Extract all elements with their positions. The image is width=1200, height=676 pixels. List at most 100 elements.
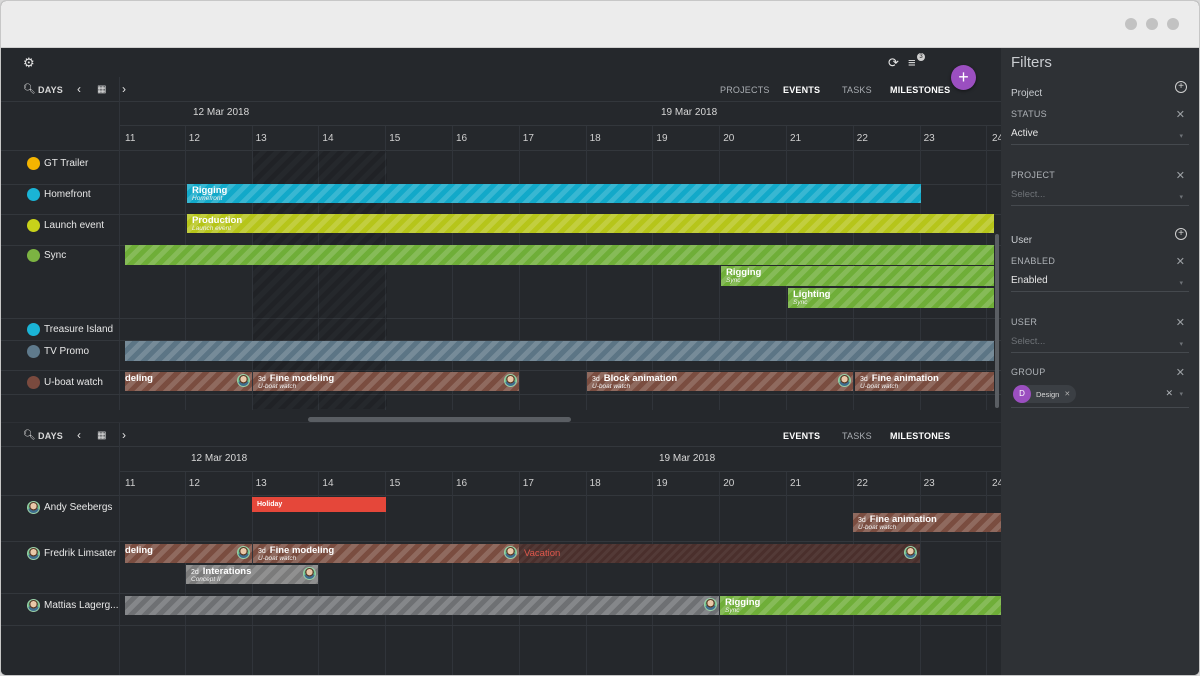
tab-tasks[interactable]: TASKS: [842, 430, 872, 442]
event-bar[interactable]: Production Launch event: [187, 214, 994, 233]
row-label-text: Homefront: [44, 188, 91, 200]
user-filter-group: User +: [1011, 228, 1189, 248]
vertical-scrollbar[interactable]: [995, 234, 999, 408]
project-row-label[interactable]: U-boat watch: [27, 376, 103, 389]
next-chevron-icon[interactable]: ›: [122, 428, 126, 442]
tab-milestones[interactable]: MILESTONES: [890, 84, 950, 96]
event-bar[interactable]: [125, 341, 994, 361]
assignee-avatar[interactable]: [237, 546, 250, 559]
task-bar[interactable]: 3d Fine modeling U-boat watch: [253, 544, 519, 563]
tab-events[interactable]: EVENTS: [783, 430, 820, 442]
remove-user-filter-icon[interactable]: ✕: [1176, 316, 1185, 329]
calendar-icon[interactable]: ▦: [97, 83, 106, 97]
assignee-avatar[interactable]: [904, 546, 917, 559]
tab-projects[interactable]: PROJECTS: [720, 84, 770, 96]
user-row-label[interactable]: Andy Seebergs: [27, 501, 112, 514]
window-maximize-dot[interactable]: [1146, 18, 1158, 30]
user-avatar: [27, 599, 40, 612]
user-row-label[interactable]: Mattias Lagerg...: [27, 599, 118, 612]
tab-events[interactable]: EVENTS: [783, 84, 820, 96]
chevron-down-icon[interactable]: ▾: [1179, 132, 1183, 140]
bar-title: deling: [125, 373, 153, 384]
project-row-label[interactable]: Treasure Island: [27, 323, 113, 336]
bar-title: Holiday: [257, 501, 283, 508]
project-select[interactable]: Select...: [1011, 189, 1189, 206]
day-number: 17: [522, 133, 534, 144]
assignee-avatar[interactable]: [237, 374, 250, 387]
settings-gear-icon[interactable]: ⚙: [23, 56, 35, 70]
refresh-icon[interactable]: ⟳: [888, 56, 899, 70]
task-bar[interactable]: 3d Block animation U-boat watch: [587, 372, 853, 391]
task-bar[interactable]: 3d Fine animation U-boat watch: [853, 513, 1001, 532]
week-label: 19 Mar 2018: [661, 107, 718, 118]
remove-project-filter-icon[interactable]: ✕: [1176, 169, 1185, 182]
zoom-days-label[interactable]: DAYS: [38, 84, 63, 96]
task-bar[interactable]: 2d Interations Concept II: [186, 565, 318, 584]
bar-subtitle: Concept II: [191, 576, 221, 583]
project-row-label[interactable]: Sync: [27, 249, 66, 262]
tab-milestones[interactable]: MILESTONES: [890, 430, 950, 442]
add-user-filter-icon[interactable]: +: [1175, 228, 1187, 240]
assignee-avatar[interactable]: [838, 374, 851, 387]
clear-group-icon[interactable]: ✕: [1165, 388, 1173, 399]
project-row-label[interactable]: GT Trailer: [27, 157, 88, 170]
event-bar[interactable]: Rigging Sync: [720, 596, 1001, 615]
bar-subtitle: Sync: [726, 277, 741, 284]
remove-status-filter-icon[interactable]: ✕: [1176, 108, 1185, 121]
add-project-filter-icon[interactable]: +: [1175, 81, 1187, 93]
zoom-search-icon[interactable]: 🔍︎: [23, 83, 36, 97]
window-minimize-dot[interactable]: [1125, 18, 1137, 30]
tab-tasks[interactable]: TASKS: [842, 84, 872, 96]
day-number: 13: [255, 133, 267, 144]
prev-chevron-icon[interactable]: ‹: [77, 82, 81, 96]
task-bar[interactable]: [125, 596, 719, 615]
chevron-down-icon[interactable]: ▾: [1179, 279, 1183, 287]
filter-icon[interactable]: ≡: [908, 56, 916, 70]
assignee-avatar[interactable]: [504, 546, 517, 559]
task-bar[interactable]: deling: [125, 372, 252, 391]
day-number: 16: [456, 133, 468, 144]
project-row-label[interactable]: TV Promo: [27, 345, 89, 358]
assignee-avatar[interactable]: [704, 598, 717, 611]
task-bar[interactable]: deling: [125, 544, 252, 563]
chevron-down-icon[interactable]: ▾: [1179, 390, 1183, 398]
bar-duration: 2d: [191, 569, 199, 576]
status-select[interactable]: Active: [1011, 128, 1189, 145]
remove-enabled-filter-icon[interactable]: ✕: [1176, 255, 1185, 268]
project-row-label[interactable]: Launch event: [27, 219, 104, 232]
enabled-select[interactable]: Enabled: [1011, 275, 1189, 292]
assignee-avatar[interactable]: [504, 374, 517, 387]
event-bar[interactable]: Rigging Sync: [721, 266, 994, 286]
user-select[interactable]: Select...: [1011, 336, 1189, 353]
zoom-search-icon[interactable]: 🔍︎: [23, 429, 36, 443]
day-number: 20: [723, 478, 735, 489]
task-bar[interactable]: 3d Fine animation U-boat watch: [855, 372, 994, 391]
chip-remove-icon[interactable]: ✕: [1064, 390, 1070, 398]
zoom-days-label[interactable]: DAYS: [38, 430, 63, 442]
group-label: GROUP: [1011, 367, 1046, 377]
user-row-label[interactable]: Fredrik Limsater: [27, 547, 116, 560]
day-gridline: [919, 472, 921, 675]
chevron-down-icon[interactable]: ▾: [1179, 193, 1183, 201]
event-bar[interactable]: Rigging Homefront: [187, 184, 921, 203]
bar-title: deling: [125, 545, 153, 556]
filters-title: Filters: [1011, 54, 1052, 71]
calendar-icon[interactable]: ▦: [97, 429, 106, 443]
next-chevron-icon[interactable]: ›: [122, 82, 126, 96]
row-divider: [1, 318, 1001, 319]
chevron-down-icon[interactable]: ▾: [1179, 340, 1183, 348]
project-row-label[interactable]: Homefront: [27, 188, 91, 201]
prev-chevron-icon[interactable]: ‹: [77, 428, 81, 442]
holiday-bar[interactable]: Holiday: [252, 497, 386, 512]
group-select[interactable]: D Design ✕ ✕ ▾: [1011, 384, 1189, 408]
assignee-avatar[interactable]: [303, 567, 316, 580]
user-avatar: [27, 501, 40, 514]
window-close-dot[interactable]: [1167, 18, 1179, 30]
event-bar[interactable]: [125, 245, 994, 265]
remove-group-filter-icon[interactable]: ✕: [1176, 366, 1185, 379]
event-bar[interactable]: Lighting Sync: [788, 288, 994, 308]
add-button[interactable]: +: [951, 65, 976, 90]
vacation-bar[interactable]: Vacation: [519, 544, 920, 563]
group-chip[interactable]: D Design ✕: [1013, 385, 1077, 403]
task-bar[interactable]: 3d Fine modeling U-boat watch: [253, 372, 519, 391]
